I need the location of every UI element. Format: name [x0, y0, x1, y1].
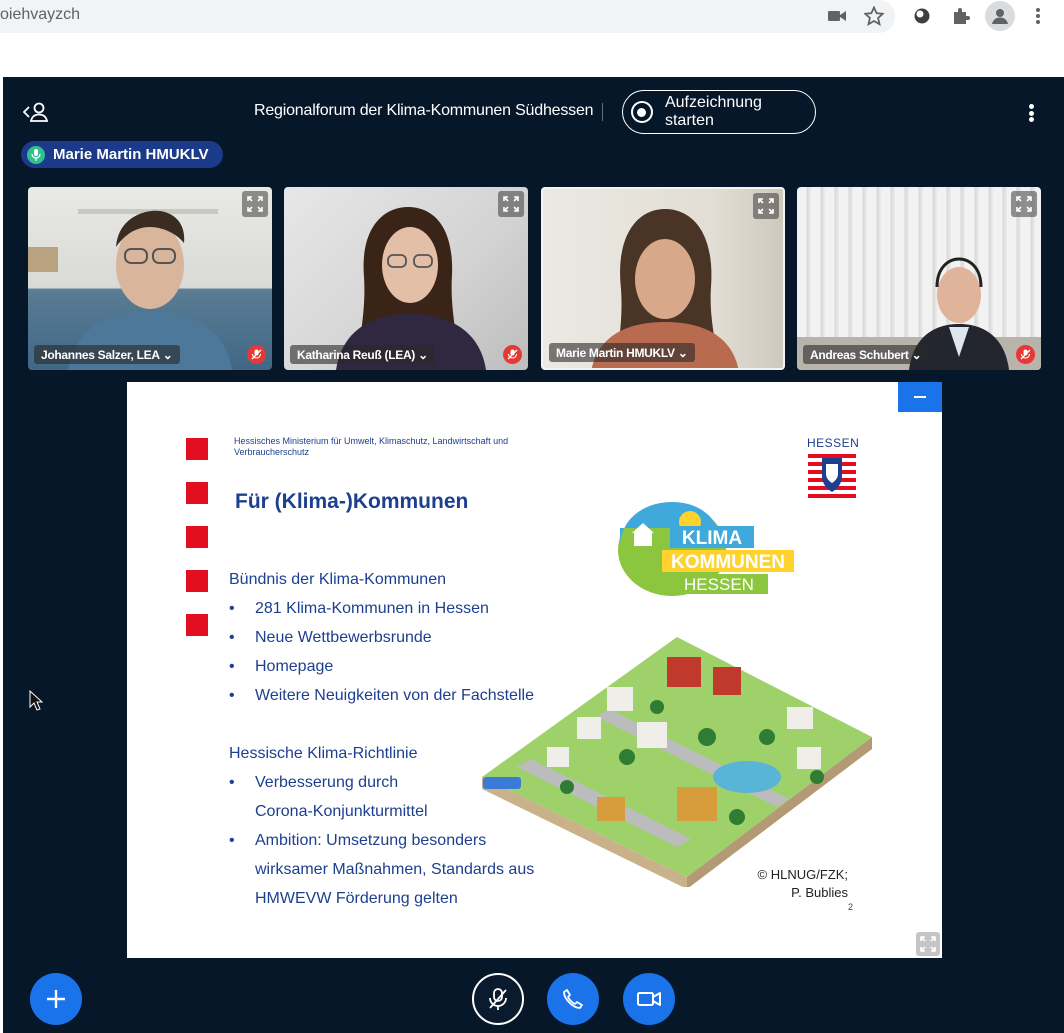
start-recording-label: Aufzeichnung starten	[664, 94, 762, 129]
muted-microphone-icon	[503, 345, 522, 364]
star-icon[interactable]	[862, 4, 886, 28]
participant-name-tag[interactable]: Katharina Reuß (LEA) ⌄	[290, 345, 435, 364]
slide-title: Für (Klima-)Kommunen	[235, 490, 469, 513]
slide-page-number: 2	[848, 902, 854, 912]
expand-tile-icon[interactable]	[753, 193, 779, 219]
minimize-presentation-button[interactable]	[898, 382, 942, 412]
video-tile[interactable]: Johannes Salzer, LEA ⌄	[28, 187, 272, 370]
red-square-decoration	[186, 570, 208, 592]
mute-toggle-button[interactable]	[472, 973, 524, 1025]
active-speaker-name: Marie Martin HMUKLV	[53, 146, 209, 163]
muted-microphone-icon	[1016, 345, 1035, 364]
bullet-continuation: Corona-Konjunkturmittel	[255, 803, 428, 820]
share-webcam-button[interactable]	[623, 973, 675, 1025]
address-bar[interactable]: oiehvayzch	[0, 0, 895, 33]
city-illustration	[482, 637, 872, 887]
participant-name: Katharina Reuß (LEA)	[297, 347, 416, 362]
extension-circle-icon[interactable]	[910, 4, 934, 28]
participant-video	[797, 257, 1041, 370]
muted-microphone-icon	[247, 345, 266, 364]
bullet-item: • Ambition: Umsetzung besonders	[229, 832, 487, 849]
address-bar-text[interactable]: oiehvayzch	[0, 6, 80, 24]
microphone-off-icon	[489, 988, 507, 1010]
image-credit: © HLNUG/FZK; P. Bublies	[758, 866, 848, 902]
record-icon	[631, 101, 653, 123]
title-divider	[602, 103, 603, 121]
plus-icon	[47, 990, 65, 1008]
video-tile[interactable]: Katharina Reuß (LEA) ⌄	[284, 187, 528, 370]
participant-video	[28, 209, 232, 370]
participant-name: Johannes Salzer, LEA	[41, 347, 160, 362]
bullet-item: • Verbesserung durch	[229, 774, 399, 791]
video-camera-icon[interactable]	[825, 4, 849, 28]
video-tile[interactable]: Marie Martin HMUKLV ⌄	[541, 187, 785, 370]
phone-icon	[563, 989, 583, 1009]
expand-tile-icon[interactable]	[242, 191, 268, 217]
expand-tile-icon[interactable]	[1011, 191, 1037, 217]
puzzle-icon[interactable]	[949, 4, 973, 28]
active-speaker-indicator: Marie Martin HMUKLV	[21, 141, 223, 168]
fullscreen-presentation-icon[interactable]	[916, 932, 940, 956]
red-square-decoration	[186, 482, 208, 504]
bullet-continuation: HMWEVW Förderung gelten	[255, 890, 458, 907]
red-square-decoration	[186, 614, 208, 636]
red-square-decoration	[186, 526, 208, 548]
section-heading: Hessische Klima-Richtlinie	[229, 745, 418, 762]
hessen-coat-of-arms-icon	[808, 452, 856, 500]
svg-text:KLIMA: KLIMA	[682, 528, 742, 549]
mouse-cursor-icon	[29, 690, 43, 711]
microphone-icon	[27, 145, 45, 164]
ministry-name: Hessisches Ministerium für Umwelt, Klima…	[234, 436, 509, 457]
start-recording-button[interactable]: Aufzeichnung starten	[622, 90, 816, 134]
participant-video	[336, 207, 486, 370]
credit-line: © HLNUG/FZK;	[757, 867, 848, 882]
meeting-area: Regionalforum der Klima-Kommunen Südhess…	[3, 77, 1064, 1033]
chevron-down-icon: ⌄	[418, 347, 428, 362]
credit-line: P. Bublies	[791, 885, 848, 900]
svg-text:KOMMUNEN: KOMMUNEN	[671, 552, 785, 573]
user-list-toggle-icon[interactable]	[22, 101, 51, 123]
participant-name: Marie Martin HMUKLV	[556, 345, 675, 360]
expand-tile-icon[interactable]	[498, 191, 524, 217]
chevron-down-icon: ⌄	[677, 345, 688, 360]
actions-plus-button[interactable]	[30, 973, 82, 1025]
video-tile[interactable]: Andreas Schubert ⌄	[797, 187, 1041, 370]
chevron-down-icon: ⌄	[162, 347, 173, 362]
red-square-decoration	[186, 438, 208, 460]
meeting-options-icon[interactable]	[1023, 101, 1039, 125]
leave-audio-button[interactable]	[547, 973, 599, 1025]
bullet-item: • Homepage	[229, 658, 334, 675]
participant-name-tag[interactable]: Johannes Salzer, LEA ⌄	[34, 345, 180, 364]
participant-name: Andreas Schubert	[810, 347, 909, 362]
profile-icon[interactable]	[985, 1, 1015, 31]
bullet-item: • Neue Wettbewerbsrunde	[229, 629, 432, 646]
meeting-title: Regionalforum der Klima-Kommunen Südhess…	[254, 102, 594, 119]
klima-kommunen-logo: KLIMA KOMMUNEN HESSEN	[618, 502, 794, 596]
kebab-menu-icon[interactable]	[1026, 4, 1050, 28]
chevron-down-icon: ⌄	[911, 347, 922, 362]
participant-name-tag[interactable]: Andreas Schubert ⌄	[803, 345, 929, 364]
section-heading: Bündnis der Klima-Kommunen	[229, 571, 446, 588]
hessen-label: HESSEN	[807, 436, 860, 450]
presentation-slide: Hessisches Ministerium für Umwelt, Klima…	[127, 382, 942, 958]
participant-name-tag[interactable]: Marie Martin HMUKLV ⌄	[549, 343, 695, 362]
video-camera-icon	[637, 992, 661, 1006]
bullet-item: • 281 Klima-Kommunen in Hessen	[229, 600, 489, 617]
svg-text:HESSEN: HESSEN	[684, 575, 754, 594]
browser-toolbar: oiehvayzch	[0, 0, 1064, 33]
